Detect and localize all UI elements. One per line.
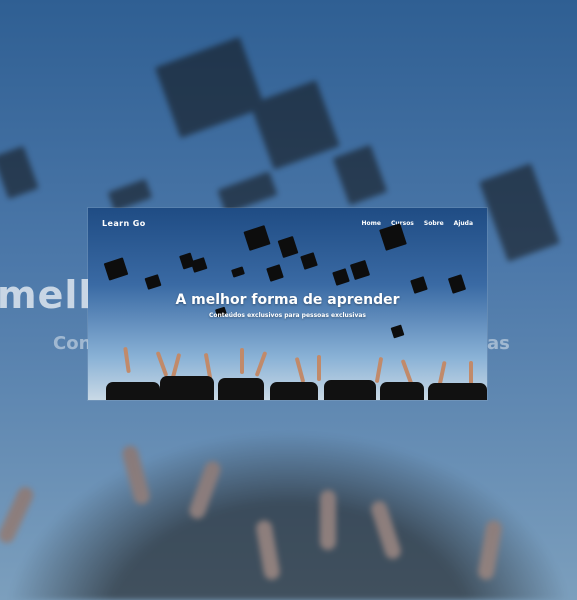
graduation-cap <box>349 259 371 281</box>
raised-arm <box>254 351 268 377</box>
graduate <box>428 383 487 400</box>
graduation-cap-bg <box>479 163 560 262</box>
graduation-cap <box>300 252 318 270</box>
graduate <box>324 380 376 400</box>
graduation-cap <box>447 274 467 294</box>
graduation-cap-bg <box>0 145 39 200</box>
graduation-cap <box>103 257 129 281</box>
graduation-cap-bg <box>332 144 388 206</box>
main-menu: Home Cursos Sobre Ajuda <box>362 220 473 227</box>
graduate <box>160 376 214 400</box>
graduation-cap <box>277 235 299 259</box>
graduate <box>218 378 264 400</box>
raised-arm <box>155 351 169 377</box>
graduate <box>106 382 160 400</box>
graduation-cap-bg <box>250 80 340 170</box>
logo[interactable]: Learn Go <box>102 219 146 228</box>
nav-item-sobre[interactable]: Sobre <box>424 220 444 227</box>
background-subtitle-text-right: as <box>487 333 510 354</box>
graduation-cap <box>144 274 162 290</box>
raised-arm <box>374 356 384 384</box>
hero-subtitle: Conteúdos exclusivos para pessoas exclus… <box>209 312 366 319</box>
hero-card: Learn Go Home Cursos Sobre Ajuda A melho… <box>88 208 487 400</box>
top-navbar: Learn Go Home Cursos Sobre Ajuda <box>88 208 487 238</box>
raised-arm <box>317 355 321 381</box>
raised-arm <box>294 356 306 384</box>
graduate <box>270 382 318 400</box>
graduation-cap-bg <box>154 36 266 139</box>
hero-title: A melhor forma de aprender <box>175 292 400 308</box>
graduation-cap <box>190 257 208 273</box>
graduates-crowd <box>88 345 487 400</box>
graduation-cap <box>231 266 245 278</box>
graduate <box>380 382 424 400</box>
graduation-cap <box>390 324 405 339</box>
graduation-cap-bg <box>107 178 153 212</box>
background-subtitle-text: Con <box>53 333 92 354</box>
hand-bg <box>320 490 336 550</box>
raised-arm <box>240 348 244 374</box>
graduation-cap <box>266 264 284 282</box>
graduation-cap <box>332 268 350 286</box>
nav-item-home[interactable]: Home <box>362 220 381 227</box>
raised-arm <box>123 346 131 374</box>
nav-item-ajuda[interactable]: Ajuda <box>454 220 473 227</box>
